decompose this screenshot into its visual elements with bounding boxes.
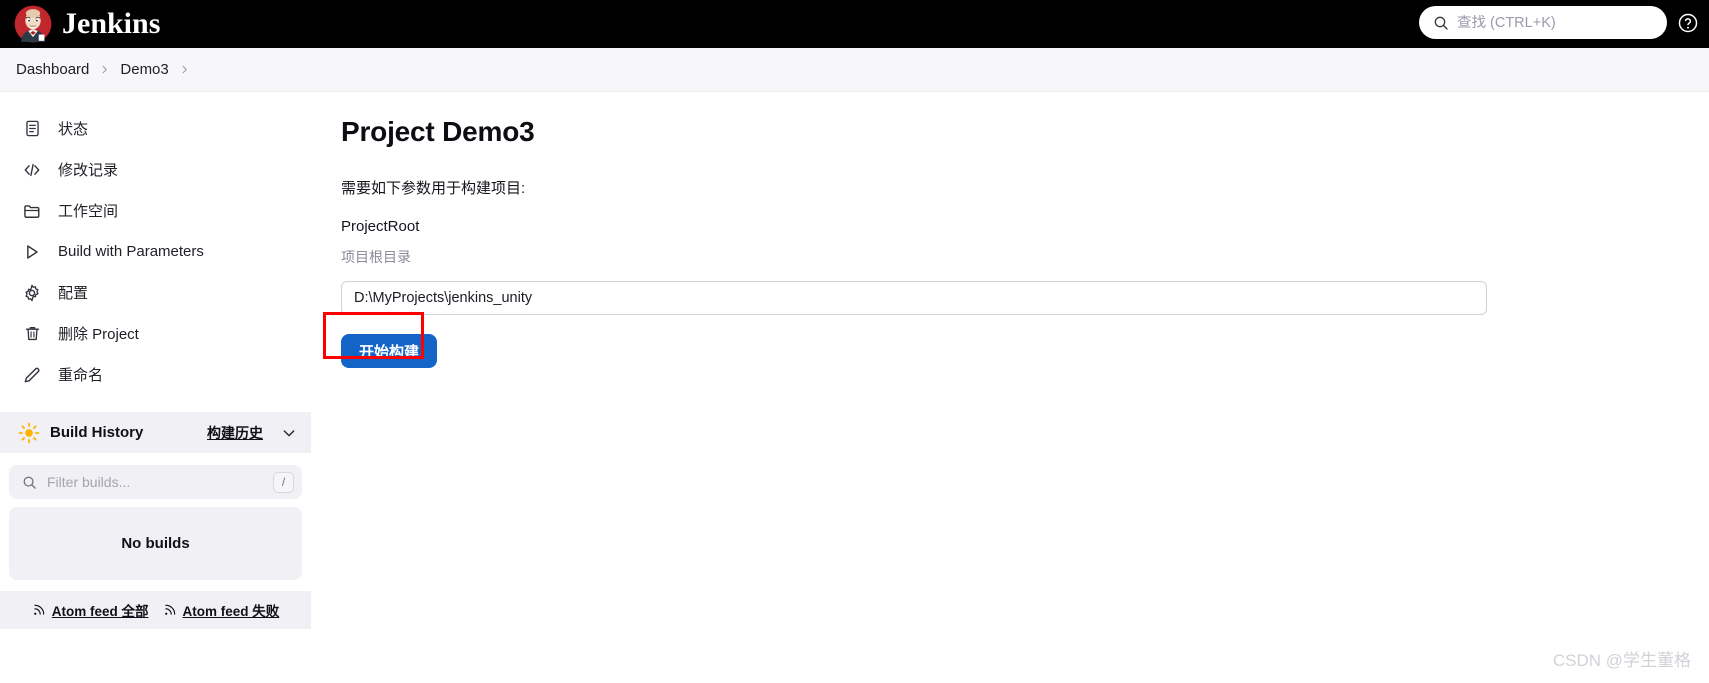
brand-name: Jenkins <box>62 7 161 40</box>
main-content: Project Demo3 需要如下参数用于构建项目: ProjectRoot … <box>311 92 1709 683</box>
play-triangle-icon <box>22 242 42 262</box>
rss-icon <box>164 604 175 615</box>
search-input[interactable] <box>1457 14 1617 31</box>
start-build-button[interactable]: 开始构建 <box>341 334 438 368</box>
sidebar-item-label: Build with Parameters <box>58 243 204 260</box>
atom-feed-bar: Atom feed 全部 Atom feed 失败 <box>0 591 311 629</box>
breadcrumb-item-dashboard[interactable]: Dashboard <box>16 61 89 78</box>
parameter-name-label: ProjectRoot <box>341 218 420 235</box>
sidebar-item-configure[interactable]: 配置 <box>22 272 311 313</box>
gear-icon <box>22 283 42 303</box>
sidebar-item-label: 工作空间 <box>58 203 119 220</box>
sidebar-item-rename[interactable]: 重命名 <box>22 354 311 395</box>
atom-feed-failed-link[interactable]: Atom feed 失败 <box>163 600 280 620</box>
sidebar-menu: 状态 修改记录 工作空间 Build with Parameters 配置 删除… <box>0 92 311 395</box>
rss-icon <box>33 604 44 615</box>
build-button-area: 开始构建 <box>323 312 441 368</box>
atom-feed-all-link[interactable]: Atom feed 全部 <box>32 600 149 620</box>
build-history-link[interactable]: 构建历史 <box>207 423 263 443</box>
help-circle-icon[interactable] <box>1675 10 1701 36</box>
filter-shortcut-key: / <box>273 471 294 493</box>
csdn-watermark: CSDN @学生董格 <box>1552 651 1691 670</box>
top-header-bar: Jenkins <box>0 0 1709 48</box>
build-history-panel: Build History 构建历史 / No builds <box>0 412 311 629</box>
sidebar-item-build-with-parameters[interactable]: Build with Parameters <box>22 231 311 272</box>
sidebar-item-delete-project[interactable]: 删除 Project <box>22 313 311 354</box>
code-brackets-icon <box>22 160 42 180</box>
sidebar-item-status[interactable]: 状态 <box>22 108 311 149</box>
atom-feed-all-label: Atom feed 全部 <box>51 604 149 619</box>
build-filter-box[interactable]: / <box>9 465 302 499</box>
sun-icon <box>18 422 40 443</box>
sidebar-item-label: 重命名 <box>58 367 104 384</box>
breadcrumb: Dashboard Demo3 <box>0 48 1709 92</box>
build-filter-input[interactable] <box>47 474 263 490</box>
sidebar-item-workspace[interactable]: 工作空间 <box>22 190 311 231</box>
build-history-header[interactable]: Build History 构建历史 <box>0 412 311 453</box>
search-icon <box>1434 16 1448 30</box>
sidebar-item-label: 修改记录 <box>58 162 119 179</box>
parameter-value-input[interactable] <box>341 281 1487 315</box>
no-builds-message: No builds <box>9 507 302 580</box>
chevron-right-icon[interactable] <box>179 64 190 75</box>
parameter-description: 项目根目录 <box>341 249 411 265</box>
sidebar-item-label: 配置 <box>58 285 89 302</box>
sidebar: 状态 修改记录 工作空间 Build with Parameters 配置 删除… <box>0 92 311 683</box>
folder-icon <box>22 201 42 221</box>
sidebar-item-label: 状态 <box>58 121 89 138</box>
build-history-title: Build History <box>50 424 144 441</box>
sidebar-item-label: 删除 Project <box>58 326 139 343</box>
chevron-right-icon <box>99 64 110 75</box>
search-icon <box>23 476 36 489</box>
pencil-icon <box>22 365 42 385</box>
jenkins-butler-logo <box>14 5 52 43</box>
breadcrumb-item-demo3[interactable]: Demo3 <box>120 61 168 78</box>
atom-feed-failed-label: Atom feed 失败 <box>182 604 280 619</box>
global-search-box[interactable] <box>1419 6 1667 39</box>
page-title: Project Demo3 <box>341 116 535 147</box>
parameters-intro-text: 需要如下参数用于构建项目: <box>341 180 526 197</box>
jenkins-app-window: Jenkins Dashboard Dem <box>0 0 1709 683</box>
sidebar-item-changes[interactable]: 修改记录 <box>22 149 311 190</box>
header-right-controls <box>1419 6 1701 39</box>
chevron-down-icon[interactable] <box>281 425 297 441</box>
trash-icon <box>22 324 42 344</box>
document-icon <box>22 119 42 139</box>
jenkins-home-link[interactable]: Jenkins <box>0 5 160 43</box>
